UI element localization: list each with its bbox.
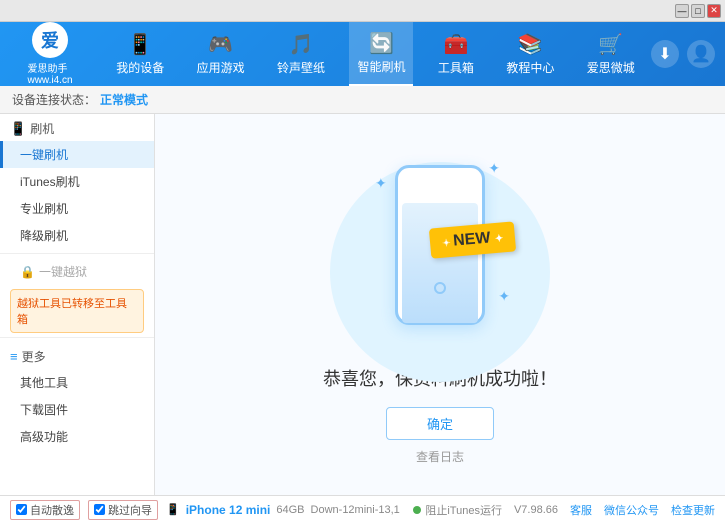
- nav-item-tutorials[interactable]: 📚 教程中心: [498, 22, 562, 86]
- account-button[interactable]: 👤: [687, 40, 715, 68]
- sidebar-item-download-firmware[interactable]: 下载固件: [0, 396, 154, 423]
- check-update-link[interactable]: 检查更新: [671, 502, 715, 518]
- top-nav: 爱 爱思助手 www.i4.cn 📱 我的设备 🎮 应用游戏 🎵 铃声壁纸 🔄 …: [0, 22, 725, 86]
- download-button[interactable]: ⬇: [651, 40, 679, 68]
- main-layout: 📱 刷机 一键刷机 iTunes刷机 专业刷机 降级刷机 🔒 一键越狱 越狱工具…: [0, 114, 725, 495]
- nav-item-weidian[interactable]: 🛒 爱思微城: [579, 22, 643, 86]
- nav-item-toolbox[interactable]: 🧰 工具箱: [430, 22, 482, 86]
- apps-games-icon: 🎮: [208, 32, 233, 57]
- bottom-left: 自动散逸 跳过向导 📱 iPhone 12 mini 64GB Down-12m…: [10, 500, 413, 520]
- bottom-right: 阻止iTunes运行 V7.98.66 客服 微信公众号 检查更新: [413, 502, 715, 518]
- auto-dismiss-checkbox[interactable]: 自动散逸: [10, 500, 80, 520]
- version-label: V7.98.66: [514, 504, 558, 516]
- status-bar: 设备连接状态： 正常模式: [0, 86, 725, 114]
- wechat-public-link[interactable]: 微信公众号: [604, 502, 659, 518]
- nav-item-my-device[interactable]: 📱 我的设备: [108, 22, 172, 86]
- nav-label-weidian: 爱思微城: [587, 59, 635, 76]
- device-icon: 📱: [166, 503, 180, 516]
- device-name: iPhone 12 mini: [186, 503, 271, 517]
- maximize-button[interactable]: □: [691, 4, 705, 18]
- my-device-icon: 📱: [128, 32, 153, 57]
- flash-section-icon: 📱: [10, 121, 26, 137]
- divider-1: [0, 253, 154, 254]
- device-info: 📱 iPhone 12 mini 64GB Down-12mini-13,1: [166, 503, 400, 517]
- lock-icon: 🔒: [20, 265, 35, 279]
- main-content: ✦ ✦ ✦ NEW 恭喜您，保资料刷机成功啦！ 确定 查看日志: [155, 114, 725, 495]
- logo-area: 爱 爱思助手 www.i4.cn: [0, 22, 100, 86]
- device-version: Down-12mini-13,1: [311, 504, 400, 516]
- auto-dismiss-label: 自动散逸: [30, 502, 74, 518]
- nav-right: ⬇ 👤: [651, 40, 715, 68]
- status-prefix: 设备连接状态：: [12, 91, 96, 108]
- status-mode: 正常模式: [100, 91, 148, 108]
- sparkle-icon-1: ✦: [375, 175, 387, 192]
- itunes-status-dot: [413, 506, 421, 514]
- more-section-icon: ≡: [10, 349, 18, 364]
- itunes-status[interactable]: 阻止iTunes运行: [413, 502, 502, 518]
- skip-wizard-input[interactable]: [94, 504, 105, 515]
- title-bar: — □ ✕: [0, 0, 725, 22]
- divider-2: [0, 337, 154, 338]
- ringtones-icon: 🎵: [289, 32, 314, 57]
- jailbreak-label: 一键越狱: [39, 263, 87, 280]
- sidebar-item-itunes-flash[interactable]: iTunes刷机: [0, 168, 154, 195]
- bottom-bar: 自动散逸 跳过向导 📱 iPhone 12 mini 64GB Down-12m…: [0, 495, 725, 523]
- jailbreak-notice: 越狱工具已转移至工具箱: [10, 289, 144, 333]
- nav-item-smart-flash[interactable]: 🔄 智能刷机: [349, 22, 413, 86]
- auto-dismiss-input[interactable]: [16, 504, 27, 515]
- minimize-button[interactable]: —: [675, 4, 689, 18]
- sparkle-icon-2: ✦: [488, 160, 500, 177]
- diary-link[interactable]: 查看日志: [416, 448, 464, 465]
- skip-wizard-label: 跳过向导: [108, 502, 152, 518]
- toolbox-icon: 🧰: [443, 32, 468, 57]
- phone-home-button: [434, 282, 446, 294]
- itunes-status-label: 阻止iTunes运行: [425, 502, 502, 518]
- nav-label-smart-flash: 智能刷机: [357, 58, 405, 75]
- sparkle-icon-3: ✦: [498, 288, 510, 305]
- sidebar-item-advanced[interactable]: 高级功能: [0, 423, 154, 450]
- nav-label-tutorials: 教程中心: [506, 59, 554, 76]
- sidebar-item-one-click-flash[interactable]: 一键刷机: [0, 141, 154, 168]
- smart-flash-icon: 🔄: [369, 31, 394, 56]
- phone-illustration: ✦ ✦ ✦ NEW: [360, 145, 520, 345]
- more-section-label: 更多: [22, 348, 46, 365]
- phone-screen: [402, 203, 478, 323]
- skip-wizard-checkbox[interactable]: 跳过向导: [88, 500, 158, 520]
- sidebar-section-flash[interactable]: 📱 刷机: [0, 114, 154, 141]
- sidebar-item-downgrade-flash[interactable]: 降级刷机: [0, 222, 154, 249]
- sidebar-section-more[interactable]: ≡ 更多: [0, 342, 154, 369]
- tutorials-icon: 📚: [518, 32, 543, 57]
- close-button[interactable]: ✕: [707, 4, 721, 18]
- flash-section-label: 刷机: [30, 120, 54, 137]
- sidebar: 📱 刷机 一键刷机 iTunes刷机 专业刷机 降级刷机 🔒 一键越狱 越狱工具…: [0, 114, 155, 495]
- customer-service-link[interactable]: 客服: [570, 502, 592, 518]
- nav-item-ringtones[interactable]: 🎵 铃声壁纸: [269, 22, 333, 86]
- weidian-icon: 🛒: [598, 32, 623, 57]
- nav-label-ringtones: 铃声壁纸: [277, 59, 325, 76]
- nav-item-apps-games[interactable]: 🎮 应用游戏: [189, 22, 253, 86]
- nav-label-apps-games: 应用游戏: [197, 59, 245, 76]
- sidebar-item-other-tools[interactable]: 其他工具: [0, 369, 154, 396]
- sidebar-item-pro-flash[interactable]: 专业刷机: [0, 195, 154, 222]
- logo-text: 爱思助手 www.i4.cn: [27, 60, 72, 86]
- nav-label-toolbox: 工具箱: [438, 59, 474, 76]
- confirm-button[interactable]: 确定: [386, 407, 494, 440]
- device-capacity: 64GB: [276, 504, 304, 516]
- sidebar-section-jailbreak: 🔒 一键越狱: [0, 258, 154, 285]
- nav-items: 📱 我的设备 🎮 应用游戏 🎵 铃声壁纸 🔄 智能刷机 🧰 工具箱 📚 教程中心…: [100, 22, 651, 86]
- nav-label-my-device: 我的设备: [116, 59, 164, 76]
- logo-icon: 爱: [32, 22, 68, 58]
